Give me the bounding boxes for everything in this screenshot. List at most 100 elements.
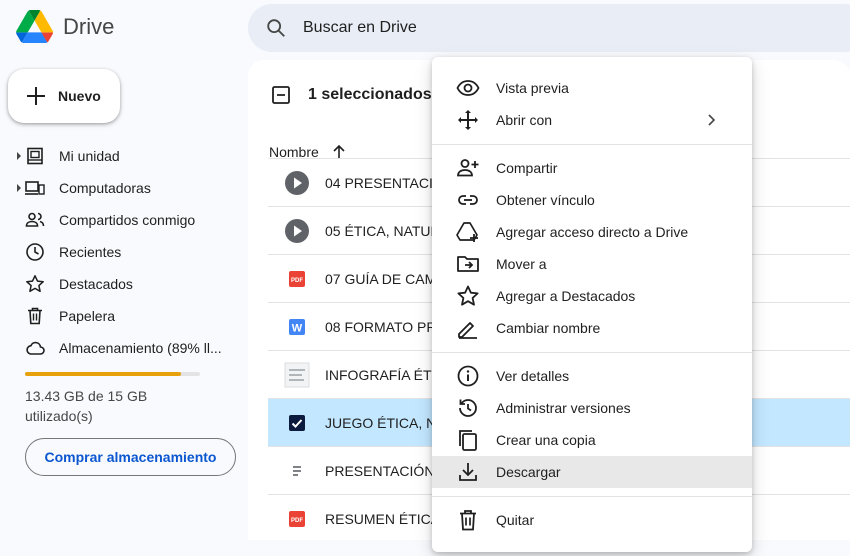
menu-item-label: Mover a — [496, 256, 547, 272]
drive-logo[interactable]: Drive — [16, 10, 114, 43]
cloud-icon — [26, 341, 45, 355]
pencil-icon — [458, 322, 477, 339]
storage-bar — [25, 372, 200, 376]
trash-icon — [460, 510, 476, 531]
star-icon — [457, 285, 479, 306]
menu-item-remove[interactable]: Quitar — [432, 504, 752, 536]
menu-item-preview[interactable]: Vista previa — [432, 72, 752, 104]
plus-icon — [27, 87, 45, 105]
menu-item-move-to[interactable]: Mover a — [432, 248, 752, 280]
file-name: PRESENTACIÓN S — [325, 462, 448, 479]
svg-text:W: W — [292, 322, 303, 334]
person-add-icon — [457, 159, 479, 177]
context-menu: Vista previa Abrir con Compartir Obtener… — [432, 57, 752, 552]
open-with-icon — [458, 110, 478, 130]
menu-item-label: Descargar — [496, 464, 561, 480]
selection-bar: 1 seleccionados — [272, 86, 432, 104]
sidebar-item-storage[interactable]: Almacenamiento (89% ll... — [0, 332, 240, 364]
pdf-icon: PDF — [284, 266, 310, 292]
pdf-icon: PDF — [284, 506, 310, 532]
menu-item-download[interactable]: Descargar — [432, 456, 752, 488]
storage-bar-fill — [25, 372, 181, 376]
selection-count: 1 seleccionados — [308, 86, 432, 103]
menu-item-label: Vista previa — [496, 80, 569, 96]
sidebar-item-label: Compartidos conmigo — [59, 212, 196, 228]
shared-icon — [25, 212, 45, 227]
eye-icon — [456, 80, 480, 96]
menu-item-label: Quitar — [496, 512, 535, 528]
menu-item-label: Ver detalles — [496, 368, 570, 384]
sidebar-item-label: Mi unidad — [59, 148, 120, 164]
video-icon — [284, 218, 310, 244]
app-name: Drive — [63, 13, 115, 39]
new-button[interactable]: Nuevo — [8, 69, 120, 123]
info-icon — [457, 365, 479, 387]
search-icon[interactable] — [265, 17, 287, 39]
video-icon — [284, 170, 310, 196]
file-name: INFOGRAFÍA ÉTIC — [325, 366, 446, 383]
checkbox-checked-icon[interactable] — [284, 410, 310, 436]
sidebar-item-label: Computadoras — [59, 180, 151, 196]
file-name: 08 FORMATO PR — [325, 318, 437, 335]
deselect-icon[interactable] — [272, 86, 290, 104]
drive-logo-icon — [16, 10, 53, 43]
link-icon — [458, 195, 478, 205]
file-name: 05 ÉTICA, NATUR — [325, 222, 441, 239]
trash-icon — [28, 307, 42, 325]
menu-divider — [432, 496, 752, 497]
sidebar-item-label: Destacados — [59, 276, 133, 292]
menu-item-add-starred[interactable]: Agregar a Destacados — [432, 280, 752, 312]
search-bar[interactable]: Buscar en Drive — [248, 4, 850, 52]
history-icon — [459, 399, 477, 417]
new-button-label: Nuevo — [58, 88, 101, 104]
sidebar-item-shared[interactable]: Compartidos conmigo — [0, 204, 240, 236]
copy-icon — [459, 430, 477, 451]
search-input[interactable]: Buscar en Drive — [303, 19, 417, 37]
sidebar-item-recent[interactable]: Recientes — [0, 236, 240, 268]
sidebar-nav: Mi unidad Computadoras Compartidos conmi… — [0, 140, 240, 364]
menu-item-label: Agregar a Destacados — [496, 288, 636, 304]
sidebar-item-starred[interactable]: Destacados — [0, 268, 240, 300]
sidebar-item-computers[interactable]: Computadoras — [0, 172, 240, 204]
sidebar-item-my-drive[interactable]: Mi unidad — [0, 140, 240, 172]
menu-item-label: Agregar acceso directo a Drive — [496, 224, 689, 240]
menu-item-add-shortcut[interactable]: Agregar acceso directo a Drive — [432, 216, 752, 248]
menu-item-share[interactable]: Compartir — [432, 152, 752, 184]
menu-item-label: Compartir — [496, 160, 558, 176]
menu-item-label: Cambiar nombre — [496, 320, 601, 336]
menu-item-label: Abrir con — [496, 112, 553, 128]
move-folder-icon — [457, 256, 479, 272]
sidebar-item-trash[interactable]: Papelera — [0, 300, 240, 332]
menu-item-get-link[interactable]: Obtener vínculo — [432, 184, 752, 216]
menu-item-open-with[interactable]: Abrir con — [432, 104, 752, 136]
menu-item-copy[interactable]: Crear una copia — [432, 424, 752, 456]
menu-divider — [432, 144, 752, 145]
file-name: RESUMEN ÉTICA — [325, 510, 441, 527]
file-name: JUEGO ÉTICA, NA — [325, 414, 446, 431]
add-shortcut-icon — [456, 222, 478, 242]
menu-item-details[interactable]: Ver detalles — [432, 360, 752, 392]
computers-icon — [25, 181, 45, 195]
svg-text:PDF: PDF — [291, 518, 303, 524]
sidebar-item-label: Almacenamiento (89% ll... — [59, 340, 222, 356]
star-icon — [26, 275, 44, 293]
svg-text:PDF: PDF — [291, 278, 303, 284]
menu-item-label: Obtener vínculo — [496, 192, 595, 208]
file-name: 07 GUÍA DE CAM — [325, 270, 437, 287]
chevron-right-icon — [708, 114, 716, 126]
caret-right-icon[interactable] — [16, 152, 22, 160]
menu-item-label: Crear una copia — [496, 432, 596, 448]
sidebar-item-label: Recientes — [59, 244, 122, 260]
image-thumb-icon — [284, 362, 310, 388]
storage-used-text: 13.43 GB de 15 GB utilizado(s) — [25, 388, 148, 424]
sidebar-item-label: Papelera — [59, 308, 116, 324]
text-file-icon — [284, 458, 310, 484]
clock-icon — [26, 243, 44, 261]
buy-storage-button[interactable]: Comprar almacenamiento — [25, 438, 236, 476]
caret-right-icon[interactable] — [16, 184, 22, 192]
my-drive-icon — [27, 147, 43, 165]
menu-divider — [432, 352, 752, 353]
menu-item-versions[interactable]: Administrar versiones — [432, 392, 752, 424]
download-icon — [459, 463, 477, 481]
menu-item-rename[interactable]: Cambiar nombre — [432, 312, 752, 344]
